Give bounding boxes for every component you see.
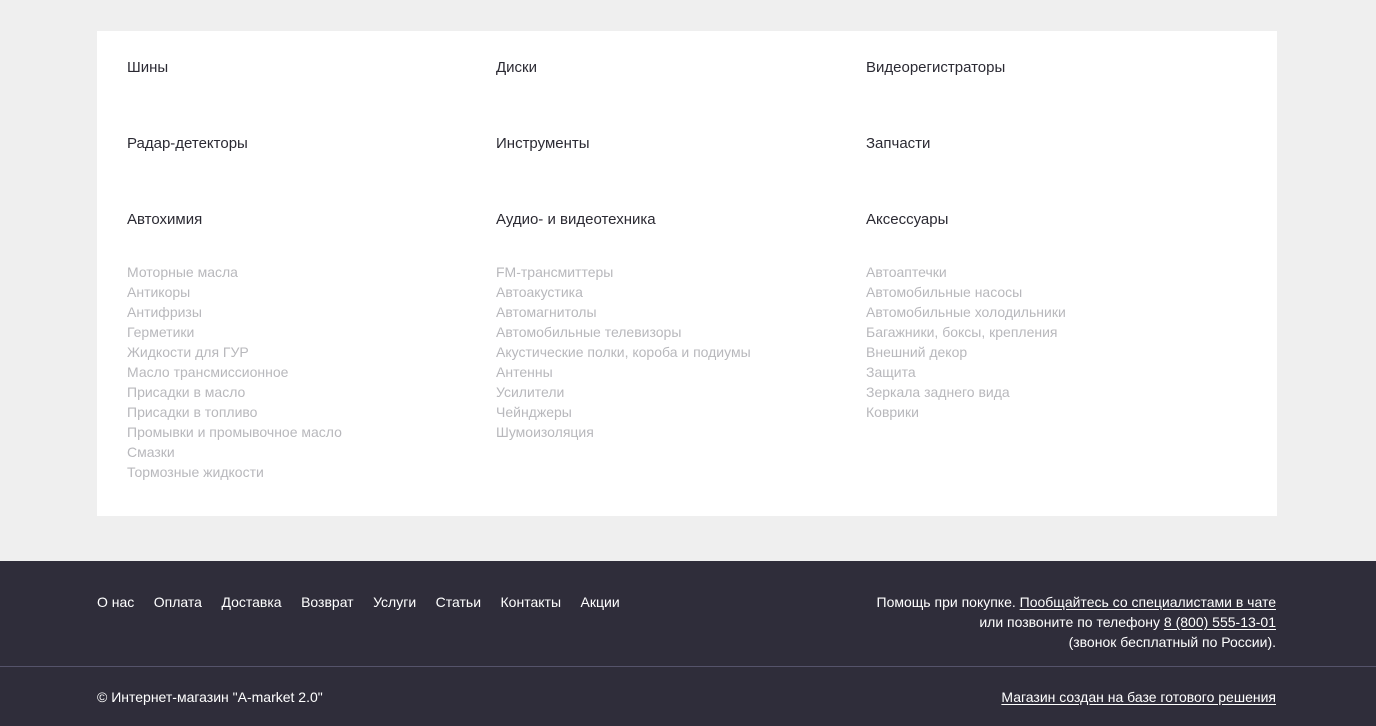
copyright: © Интернет-магазин "A-market 2.0" (97, 689, 323, 705)
subcategory-link[interactable]: Внешний декор (866, 342, 1066, 362)
subcategory-link[interactable]: Чейнджеры (496, 402, 751, 422)
accessories-sublist: Автоаптечки Автомобильные насосы Автомобил… (866, 262, 1066, 422)
subcategory-link[interactable]: Антикоры (127, 282, 342, 302)
subcategory-link[interactable]: Присадки в топливо (127, 402, 342, 422)
category-radar-detectors-link[interactable]: Радар-детекторы (127, 135, 248, 153)
subcategory-link[interactable]: Автомобильные холодильники (866, 302, 1066, 322)
site-footer: О нас Оплата Доставка Возврат Услуги Статьи Ко… (0, 561, 1376, 726)
subcategory-link[interactable]: Защита (866, 362, 1066, 382)
subcategory-link[interactable]: Багажники, боксы, крепления (866, 322, 1066, 342)
category-dashcams-link[interactable]: Видеорегистраторы (866, 59, 1005, 77)
subcategory-link[interactable]: Тормозные жидкости (127, 462, 342, 482)
footer-nav-item[interactable]: Акции (581, 593, 620, 611)
subcategory-link[interactable]: Герметики (127, 322, 342, 342)
footer-nav-item[interactable]: Возврат (301, 593, 354, 611)
subcategory-link[interactable]: Присадки в масло (127, 382, 342, 402)
subcategory-link[interactable]: Масло трансмиссионное (127, 362, 342, 382)
free-call-note: (звонок бесплатный по России). (1068, 634, 1276, 650)
help-prefix: Помощь при покупке. (876, 594, 1016, 610)
category-autochemistry-link[interactable]: Автохимия (127, 211, 202, 229)
footer-divider (0, 666, 1376, 667)
help-line-2: или позвоните по телефону 8 (800) 555-13… (877, 612, 1276, 632)
subcategory-link[interactable]: Смазки (127, 442, 342, 462)
footer-nav-item[interactable]: Услуги (373, 593, 416, 611)
category-audio-video-link[interactable]: Аудио- и видеотехника (496, 211, 656, 229)
subcategory-link[interactable]: Промывки и промывочное масло (127, 422, 342, 442)
footer-nav-item[interactable]: Контакты (501, 593, 561, 611)
purchase-help: Помощь при покупке. Пообщайтесь со специ… (877, 592, 1276, 652)
subcategory-link[interactable]: Шумоизоляция (496, 422, 751, 442)
subcategory-link[interactable]: Автоаптечки (866, 262, 1066, 282)
phone-link[interactable]: 8 (800) 555-13-01 (1164, 614, 1276, 630)
footer-nav-item[interactable]: О нас (97, 593, 134, 611)
autochemistry-sublist: Моторные масла Антикоры Антифризы Герметики… (127, 262, 342, 482)
audio-video-sublist: FM-трансмиттеры Автоакустика Автомагнитолы… (496, 262, 751, 442)
subcategory-link[interactable]: Автомагнитолы (496, 302, 751, 322)
category-spare-parts-link[interactable]: Запчасти (866, 135, 930, 153)
category-accessories-link[interactable]: Аксессуары (866, 211, 948, 229)
category-tools-link[interactable]: Инструменты (496, 135, 590, 153)
built-on-solution-link[interactable]: Магазин создан на базе готового решения (1001, 688, 1276, 706)
subcategory-link[interactable]: Моторные масла (127, 262, 342, 282)
call-prefix: или позвоните по телефону (979, 614, 1161, 630)
category-wheels-link[interactable]: Диски (496, 59, 537, 77)
subcategory-link[interactable]: Антифризы (127, 302, 342, 322)
category-tires-link[interactable]: Шины (127, 59, 168, 77)
chat-link[interactable]: Пообщайтесь со специалистами в чате (1020, 594, 1276, 610)
subcategory-link[interactable]: Жидкости для ГУР (127, 342, 342, 362)
subcategory-link[interactable]: FM-трансмиттеры (496, 262, 751, 282)
subcategory-link[interactable]: Коврики (866, 402, 1066, 422)
subcategory-link[interactable]: Усилители (496, 382, 751, 402)
subcategory-link[interactable]: Антенны (496, 362, 751, 382)
footer-nav-item[interactable]: Оплата (154, 593, 202, 611)
subcategory-link[interactable]: Автомобильные телевизоры (496, 322, 751, 342)
footer-nav-item[interactable]: Статьи (436, 593, 481, 611)
catalog-panel: Шины Радар-детекторы Автохимия Моторные … (97, 31, 1277, 516)
subcategory-link[interactable]: Автоакустика (496, 282, 751, 302)
subcategory-link[interactable]: Акустические полки, короба и подиумы (496, 342, 751, 362)
footer-nav: О нас Оплата Доставка Возврат Услуги Статьи Ко… (97, 593, 639, 611)
subcategory-link[interactable]: Автомобильные насосы (866, 282, 1066, 302)
footer-nav-item[interactable]: Доставка (221, 593, 281, 611)
help-line-1: Помощь при покупке. Пообщайтесь со специ… (877, 592, 1276, 612)
subcategory-link[interactable]: Зеркала заднего вида (866, 382, 1066, 402)
